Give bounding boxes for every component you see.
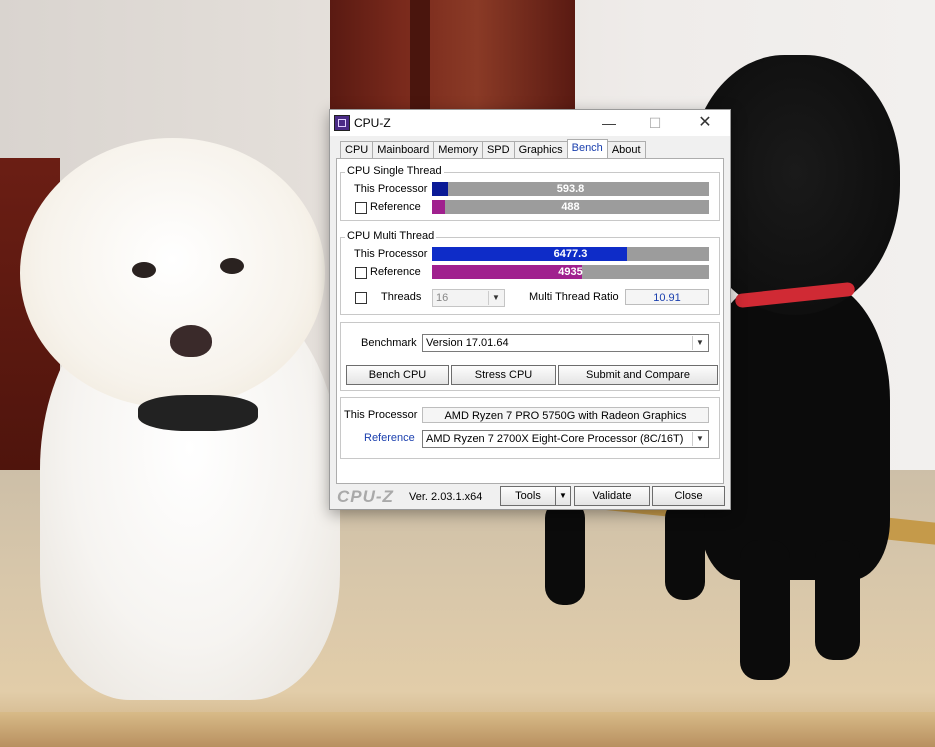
- maximize-button[interactable]: ☐: [632, 110, 678, 136]
- tab-memory[interactable]: Memory: [433, 141, 483, 158]
- processor-group: This Processor AMD Ryzen 7 PRO 5750G wit…: [340, 397, 720, 459]
- tab-bench[interactable]: Bench: [566, 139, 608, 158]
- threads-label: Threads: [381, 291, 422, 303]
- version-label: Ver. 2.03.1.x64: [409, 491, 483, 503]
- white-dog-collar: [138, 395, 258, 431]
- single-reference-checkbox[interactable]: [355, 202, 367, 214]
- window-title: CPU-Z: [354, 116, 391, 130]
- multi-thread-ratio-value: 10.91: [625, 289, 709, 305]
- black-dog-leg: [740, 540, 790, 680]
- bench-cpu-button[interactable]: Bench CPU: [346, 365, 449, 385]
- black-dog-leg: [815, 540, 860, 660]
- floor-edge: [0, 712, 935, 747]
- validate-button[interactable]: Validate: [574, 486, 650, 506]
- door: [330, 0, 575, 112]
- this-processor-label: This Processor: [344, 409, 418, 421]
- benchmark-version-value: Version 17.01.64: [426, 337, 509, 349]
- multi-this-value: 6477.3: [553, 248, 588, 260]
- single-reference-label: Reference: [370, 201, 421, 213]
- benchmark-version-select[interactable]: Version 17.01.64 ▼: [422, 334, 709, 352]
- multi-this-bar: 6477.3: [432, 247, 709, 261]
- door-frame: [410, 0, 430, 112]
- reference-link[interactable]: Reference: [364, 432, 415, 444]
- chevron-down-icon: ▼: [692, 432, 707, 446]
- single-ref-value: 488: [561, 201, 580, 213]
- tools-button[interactable]: Tools: [500, 486, 556, 506]
- chevron-down-icon: ▼: [559, 491, 567, 500]
- minimize-button[interactable]: —: [586, 110, 632, 136]
- cpuz-logo: CPU-Z: [337, 487, 394, 506]
- tab-mainboard[interactable]: Mainboard: [372, 141, 435, 158]
- chevron-down-icon: ▼: [488, 291, 503, 305]
- chevron-down-icon: ▼: [692, 336, 707, 350]
- multi-reference-label: Reference: [370, 266, 421, 278]
- white-dog-eye: [132, 262, 156, 278]
- white-dog-eye: [220, 258, 244, 274]
- multi-thread-group-label: CPU Multi Thread: [345, 230, 437, 242]
- window-footer: CPU-Z Ver. 2.03.1.x64 Tools ▼ Validate C…: [330, 484, 730, 509]
- tab-about[interactable]: About: [606, 141, 646, 158]
- stress-cpu-button[interactable]: Stress CPU: [451, 365, 556, 385]
- single-this-label: This Processor: [354, 183, 428, 195]
- black-dog-leg: [665, 500, 705, 600]
- tools-dropdown-button[interactable]: ▼: [555, 486, 571, 506]
- white-dog-nose: [170, 325, 212, 357]
- title-bar[interactable]: CPU-Z — ☐ ✕: [330, 110, 730, 136]
- tab-graphics[interactable]: Graphics: [513, 141, 568, 158]
- tab-bar: CPU Mainboard Memory SPD Graphics Bench …: [340, 139, 646, 158]
- threads-select[interactable]: 16 ▼: [432, 289, 505, 307]
- close-button[interactable]: Close: [652, 486, 725, 506]
- single-thread-group: CPU Single Thread This Processor 593.8 R…: [340, 165, 720, 221]
- black-dog-leg: [545, 500, 585, 605]
- single-ref-bar: 488: [432, 200, 709, 214]
- cpuz-window: CPU-Z — ☐ ✕ CPU Mainboard Memory SPD Gra…: [329, 109, 731, 510]
- multi-ref-bar: 4935: [432, 265, 709, 279]
- bench-panel: CPU Single Thread This Processor 593.8 R…: [336, 158, 724, 484]
- multi-this-label: This Processor: [354, 248, 428, 260]
- single-this-value: 593.8: [556, 183, 585, 195]
- reference-processor-value: AMD Ryzen 7 2700X Eight-Core Processor (…: [426, 433, 684, 445]
- benchmark-label: Benchmark: [361, 337, 417, 349]
- single-thread-group-label: CPU Single Thread: [345, 165, 444, 177]
- multi-thread-group: CPU Multi Thread This Processor 6477.3 R…: [340, 230, 720, 315]
- multi-reference-checkbox[interactable]: [355, 267, 367, 279]
- close-window-button[interactable]: ✕: [682, 110, 728, 136]
- single-this-bar: 593.8: [432, 182, 709, 196]
- submit-and-compare-button[interactable]: Submit and Compare: [558, 365, 718, 385]
- white-dog-head: [20, 138, 325, 408]
- reference-processor-select[interactable]: AMD Ryzen 7 2700X Eight-Core Processor (…: [422, 430, 709, 448]
- this-processor-name: AMD Ryzen 7 PRO 5750G with Radeon Graphi…: [422, 407, 709, 423]
- benchmark-group: Benchmark Version 17.01.64 ▼ Bench CPU S…: [340, 322, 720, 391]
- tab-spd[interactable]: SPD: [481, 141, 515, 158]
- multi-thread-ratio-label: Multi Thread Ratio: [529, 291, 619, 303]
- threads-value: 16: [436, 292, 449, 304]
- cpuz-app-icon: [334, 115, 350, 131]
- tab-cpu[interactable]: CPU: [340, 141, 374, 158]
- threads-checkbox[interactable]: [355, 292, 367, 304]
- multi-ref-value: 4935: [558, 266, 583, 278]
